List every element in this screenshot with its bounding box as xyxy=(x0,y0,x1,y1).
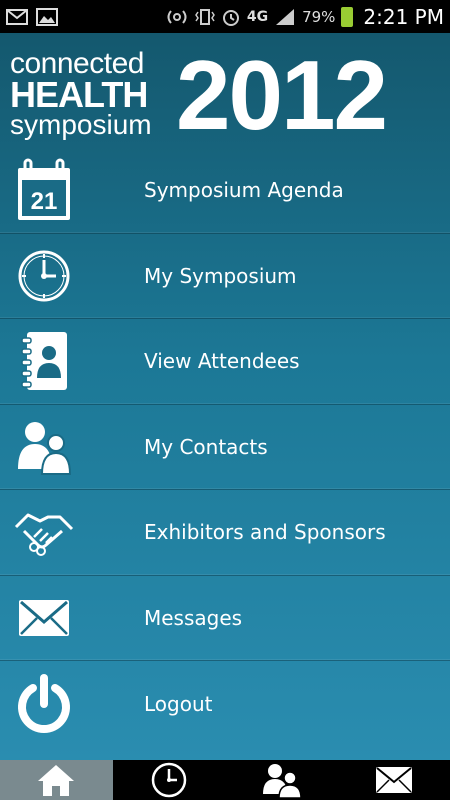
tab-home[interactable] xyxy=(0,760,113,800)
logo-symposium: symposium xyxy=(10,109,152,140)
nfc-icon xyxy=(167,9,187,24)
signal-icon xyxy=(276,8,295,25)
menu-label: My Contacts xyxy=(144,434,268,459)
menu-item-my-symposium[interactable]: My Symposium xyxy=(0,234,450,319)
calendar-icon: 21 xyxy=(18,158,70,221)
home-icon xyxy=(38,765,75,796)
tab-contacts[interactable] xyxy=(225,760,338,800)
logo-health: HEALTH xyxy=(10,74,148,115)
alarm-icon xyxy=(222,9,239,26)
logo-year: 2012 xyxy=(176,40,388,150)
menu-item-view-attendees[interactable]: View Attendees xyxy=(0,319,450,405)
envelope-icon xyxy=(19,599,69,636)
app-header: connected HEALTH symposium 2012 xyxy=(0,33,450,150)
tab-messages[interactable] xyxy=(338,760,450,800)
handshake-icon xyxy=(14,513,74,557)
battery-percent: 79% xyxy=(302,7,336,26)
menu-item-logout[interactable]: Logout xyxy=(0,661,450,747)
battery-icon xyxy=(341,6,354,27)
vibrate-icon xyxy=(194,8,215,25)
clock-icon xyxy=(151,762,186,798)
menu-label: Exhibitors and Sponsors xyxy=(144,520,386,545)
main-menu: 21 Symposium Agenda My Symposium View At… xyxy=(0,148,450,747)
gallery-icon xyxy=(36,7,58,26)
power-icon xyxy=(18,673,70,733)
menu-item-exhibitors-sponsors[interactable]: Exhibitors and Sponsors xyxy=(0,490,450,576)
address-book-icon xyxy=(21,332,67,391)
bottom-tab-bar xyxy=(0,760,450,800)
calendar-day: 21 xyxy=(31,188,58,215)
menu-label: View Attendees xyxy=(144,349,300,374)
network-label: 4G xyxy=(246,8,269,25)
menu-label: My Symposium xyxy=(144,263,297,288)
menu-item-my-contacts[interactable]: My Contacts xyxy=(0,405,450,490)
clock-time: 2:21 PM xyxy=(363,4,444,29)
envelope-icon xyxy=(375,767,412,793)
menu-item-messages[interactable]: Messages xyxy=(0,576,450,661)
tab-my-symposium[interactable] xyxy=(113,760,226,800)
clock-icon xyxy=(18,250,70,302)
main-panel: connected HEALTH symposium 2012 21 Sympo… xyxy=(0,33,450,760)
menu-label: Messages xyxy=(144,605,243,630)
menu-label: Logout xyxy=(144,691,213,716)
gmail-icon xyxy=(6,8,28,25)
people-icon xyxy=(263,764,302,798)
status-bar: 4G 79% 2:21 PM xyxy=(0,0,450,33)
logo: connected HEALTH symposium xyxy=(10,49,170,139)
menu-label: Symposium Agenda xyxy=(144,178,344,203)
people-icon xyxy=(18,421,72,475)
menu-item-symposium-agenda[interactable]: 21 Symposium Agenda xyxy=(0,148,450,234)
